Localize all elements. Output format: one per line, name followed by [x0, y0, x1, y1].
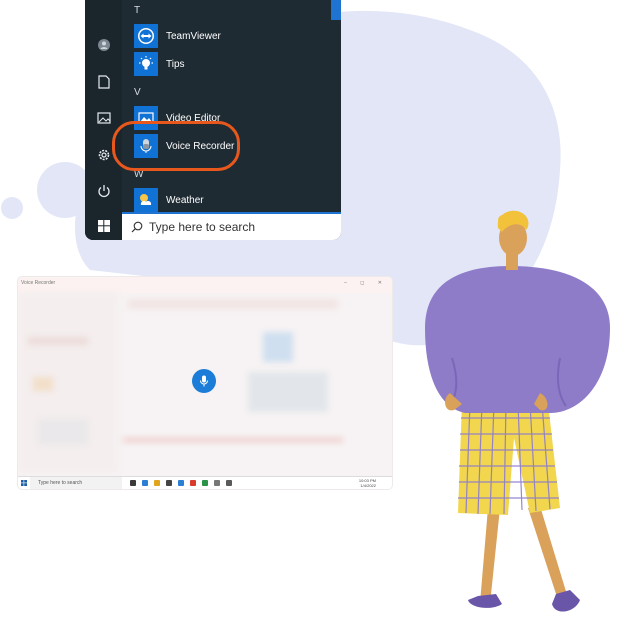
weather-icon: [134, 188, 158, 212]
power-icon[interactable]: [96, 183, 112, 199]
taskbar-clock[interactable]: 10:03 PM 1/4/2022: [359, 478, 376, 488]
windows-taskbar: Type here to search 10:03 PM 1/4/2022: [18, 476, 392, 489]
taskbar-search-placeholder: Type here to search: [38, 480, 83, 486]
blurred-header: [128, 299, 338, 309]
app-teamviewer[interactable]: TeamViewer: [134, 24, 221, 48]
blurred-bar: [123, 437, 343, 443]
search-icon: [131, 221, 143, 233]
mail-icon[interactable]: [178, 480, 184, 486]
pants: [458, 402, 560, 515]
chrome-icon[interactable]: [190, 480, 196, 486]
start-rail: [85, 0, 122, 212]
pictures-icon[interactable]: [96, 110, 112, 126]
task-view-icon[interactable]: [130, 480, 136, 486]
window-controls[interactable]: – ◻ ✕: [344, 280, 388, 286]
app-tips[interactable]: Tips: [134, 52, 185, 76]
shoe-left: [468, 594, 502, 608]
app-label: Weather: [166, 194, 204, 206]
voice-recorder-highlight: [112, 121, 240, 171]
app-label: TeamViewer: [166, 30, 221, 42]
app-weather[interactable]: Weather: [134, 188, 204, 212]
start-menu: T TeamViewer Tips V Video Editor Voice R: [85, 0, 341, 240]
window-titlebar: Voice Recorder – ◻ ✕: [18, 277, 392, 293]
record-button[interactable]: [192, 369, 216, 393]
scroll-corner: [331, 0, 341, 20]
app-list: T TeamViewer Tips V Video Editor Voice R: [122, 0, 341, 212]
blurred-item: [28, 337, 88, 345]
blurred-panel: [248, 372, 328, 412]
taskbar-search-box[interactable]: Type here to search: [122, 212, 341, 240]
section-letter-t[interactable]: T: [134, 5, 140, 16]
app-label: Tips: [166, 58, 185, 70]
blurred-item: [263, 332, 293, 362]
section-letter-v[interactable]: V: [134, 87, 141, 98]
app-icon[interactable]: [202, 480, 208, 486]
clock-date: 1/4/2022: [360, 483, 376, 488]
edge-icon[interactable]: [142, 480, 148, 486]
document-icon[interactable]: [96, 74, 112, 90]
search-placeholder: Type here to search: [149, 220, 256, 234]
file-explorer-icon[interactable]: [154, 480, 160, 486]
voice-recorder-taskbar-icon[interactable]: [226, 480, 232, 486]
window-title: Voice Recorder: [21, 280, 56, 286]
settings-icon[interactable]: [96, 147, 112, 163]
app-icon[interactable]: [214, 480, 220, 486]
store-icon[interactable]: [166, 480, 172, 486]
lightbulb-icon: [134, 52, 158, 76]
microphone-icon: [200, 375, 208, 387]
blurred-item: [38, 419, 88, 445]
windows-logo-icon[interactable]: [21, 480, 27, 486]
windows-logo-icon: [97, 220, 110, 232]
bubble-small: [1, 197, 23, 219]
windows-start-button[interactable]: [85, 212, 122, 240]
blurred-item: [33, 377, 53, 391]
sweater: [425, 266, 610, 413]
teamviewer-icon: [134, 24, 158, 48]
person-illustration: [425, 210, 610, 612]
voice-recorder-window: Voice Recorder – ◻ ✕ Type here to search…: [18, 277, 392, 489]
taskbar-search-box[interactable]: Type here to search: [30, 477, 122, 489]
user-icon[interactable]: [96, 37, 112, 53]
